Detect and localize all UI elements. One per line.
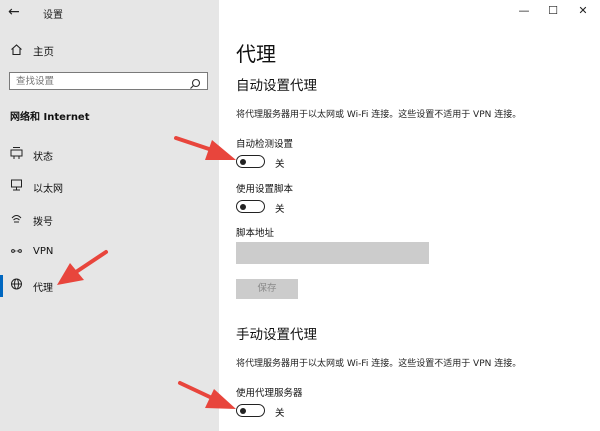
arrow-icon xyxy=(178,381,236,409)
annotation-arrows xyxy=(57,136,236,409)
arrow-icon xyxy=(57,250,108,285)
arrow-icon xyxy=(174,136,236,160)
